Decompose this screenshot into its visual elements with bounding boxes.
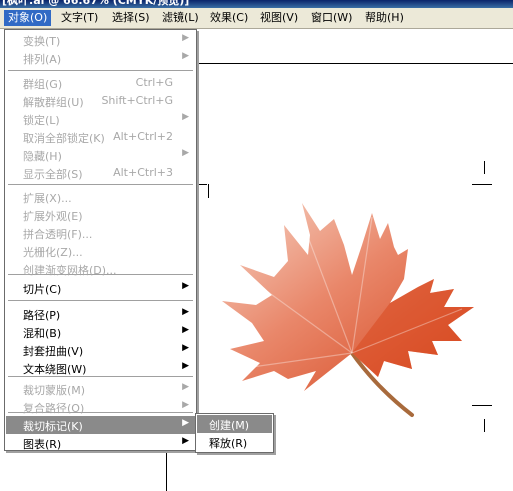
menu-item-label: 显示全部(S) [23,168,83,181]
menu-object[interactable]: 对象(O) [4,10,52,26]
menu-item-label: 复合路径(O) [23,402,85,415]
menu-item-label: 解散群组(U) [23,96,84,109]
submenu-arrow-icon: ▶ [182,418,189,428]
submenu-arrow-icon: ▶ [182,436,189,446]
menu-item-label: 拼合透明(F)... [23,228,93,241]
menu-item-shortcut: Shift+Ctrl+G [101,94,173,107]
object-menu-dropdown: 变换(T) ▶ 排列(A) ▶ 群组(G) Ctrl+G 解散群组(U) Shift+Ctrl… [4,29,197,451]
submenu-arrow-icon: ▶ [182,281,189,291]
submenu-arrow-icon: ▶ [182,51,189,61]
crop-mark [484,419,485,432]
submenu-arrow-icon: ▶ [182,361,189,371]
submenu-item-release[interactable]: 释放(R) [197,433,272,451]
menu-item-envelope-distort[interactable]: 封套扭曲(V) ▶ [6,341,195,359]
submenu-arrow-icon: ▶ [182,33,189,43]
window-title-bar: [枫叶.ai @ 66.67% (CMYK/预览)] [0,0,513,8]
menu-effect[interactable]: 效果(C) [206,10,252,26]
menu-item-flatten-transparency: 拼合透明(F)... [6,224,195,242]
menu-item-rasterize: 光栅化(Z)... [6,242,195,260]
menu-item-transform: 变换(T) ▶ [6,31,195,49]
menu-item-label: 光栅化(Z)... [23,246,83,259]
menu-item-expand: 扩展(X)... [6,188,195,206]
menu-item-expand-appearance: 扩展外观(E) [6,206,195,224]
menu-item-label: 排列(A) [23,53,62,66]
menu-item-label: 封套扭曲(V) [23,345,84,358]
menu-item-label: 路径(P) [23,309,61,322]
submenu-item-create[interactable]: 创建(M) [197,415,272,433]
menu-item-label: 取消全部锁定(K) [23,132,105,145]
menu-select[interactable]: 选择(S) [108,10,154,26]
menu-type[interactable]: 文字(T) [57,10,102,26]
menu-item-label: 混和(B) [23,327,62,340]
crop-marks-submenu: 创建(M) 释放(R) [195,413,274,453]
menu-item-graph[interactable]: 图表(R) ▶ [6,434,195,452]
submenu-arrow-icon: ▶ [182,325,189,335]
submenu-arrow-icon: ▶ [182,148,189,158]
maple-leaf-artwork[interactable] [212,183,482,423]
crop-mark [484,161,485,174]
page-edge-line [166,449,167,491]
menu-item-ungroup: 解散群组(U) Shift+Ctrl+G [6,92,195,110]
menu-item-label: 裁切标记(K) [23,420,83,433]
menu-item-compound-path: 复合路径(O) ▶ [6,398,195,416]
menu-item-clipping-mask: 裁切蒙版(M) ▶ [6,380,195,398]
menu-item-lock: 锁定(L) ▶ [6,110,195,128]
menu-item-label: 变换(T) [23,35,61,48]
menu-item-blend[interactable]: 混和(B) ▶ [6,323,195,341]
menu-item-label: 裁切蒙版(M) [23,384,86,397]
menu-separator [8,70,193,72]
menu-item-label: 创建渐变网格(D)... [23,264,117,277]
menu-item-shortcut: Ctrl+G [135,76,173,89]
menu-separator [8,184,193,186]
menu-item-arrange: 排列(A) ▶ [6,49,195,67]
menu-item-group: 群组(G) Ctrl+G [6,74,195,92]
menu-item-text-wrap[interactable]: 文本绕图(W) ▶ [6,359,195,377]
menu-window[interactable]: 窗口(W) [307,10,356,26]
window-title: [枫叶.ai @ 66.67% (CMYK/预览)] [2,0,190,7]
menu-item-label: 切片(C) [23,283,62,296]
menu-item-hide: 隐藏(H) ▶ [6,146,195,164]
submenu-arrow-icon: ▶ [182,307,189,317]
menu-item-label: 群组(G) [23,78,63,91]
menu-item-show-all: 显示全部(S) Alt+Ctrl+3 [6,164,195,182]
menu-item-path[interactable]: 路径(P) ▶ [6,305,195,323]
crop-mark [208,184,209,198]
menu-view[interactable]: 视图(V) [256,10,302,26]
menu-item-label: 隐藏(H) [23,150,62,163]
menu-item-unlock-all: 取消全部锁定(K) Alt+Ctrl+2 [6,128,195,146]
menu-item-shortcut: Alt+Ctrl+2 [113,130,173,143]
menu-item-label: 扩展外观(E) [23,210,83,223]
menu-item-label: 文本绕图(W) [23,363,87,376]
submenu-arrow-icon: ▶ [182,343,189,353]
menu-filter[interactable]: 滤镜(L) [158,10,203,26]
submenu-arrow-icon: ▶ [182,112,189,122]
menu-item-label: 扩展(X)... [23,192,72,205]
submenu-arrow-icon: ▶ [182,400,189,410]
menu-help[interactable]: 帮助(H) [361,10,408,26]
menu-item-shortcut: Alt+Ctrl+3 [113,166,173,179]
menu-separator [8,300,193,302]
menu-item-label: 锁定(L) [23,114,60,127]
menu-item-slice[interactable]: 切片(C) ▶ [6,279,195,297]
submenu-arrow-icon: ▶ [182,382,189,392]
menu-bar: 对象(O) 文字(T) 选择(S) 滤镜(L) 效果(C) 视图(V) 窗口(W… [0,8,513,29]
menu-item-create-gradient-mesh: 创建渐变网格(D)... [6,260,195,278]
menu-item-label: 图表(R) [23,438,62,451]
menu-item-crop-marks[interactable]: 裁切标记(K) ▶ [6,416,195,434]
page-edge-line [195,63,513,64]
